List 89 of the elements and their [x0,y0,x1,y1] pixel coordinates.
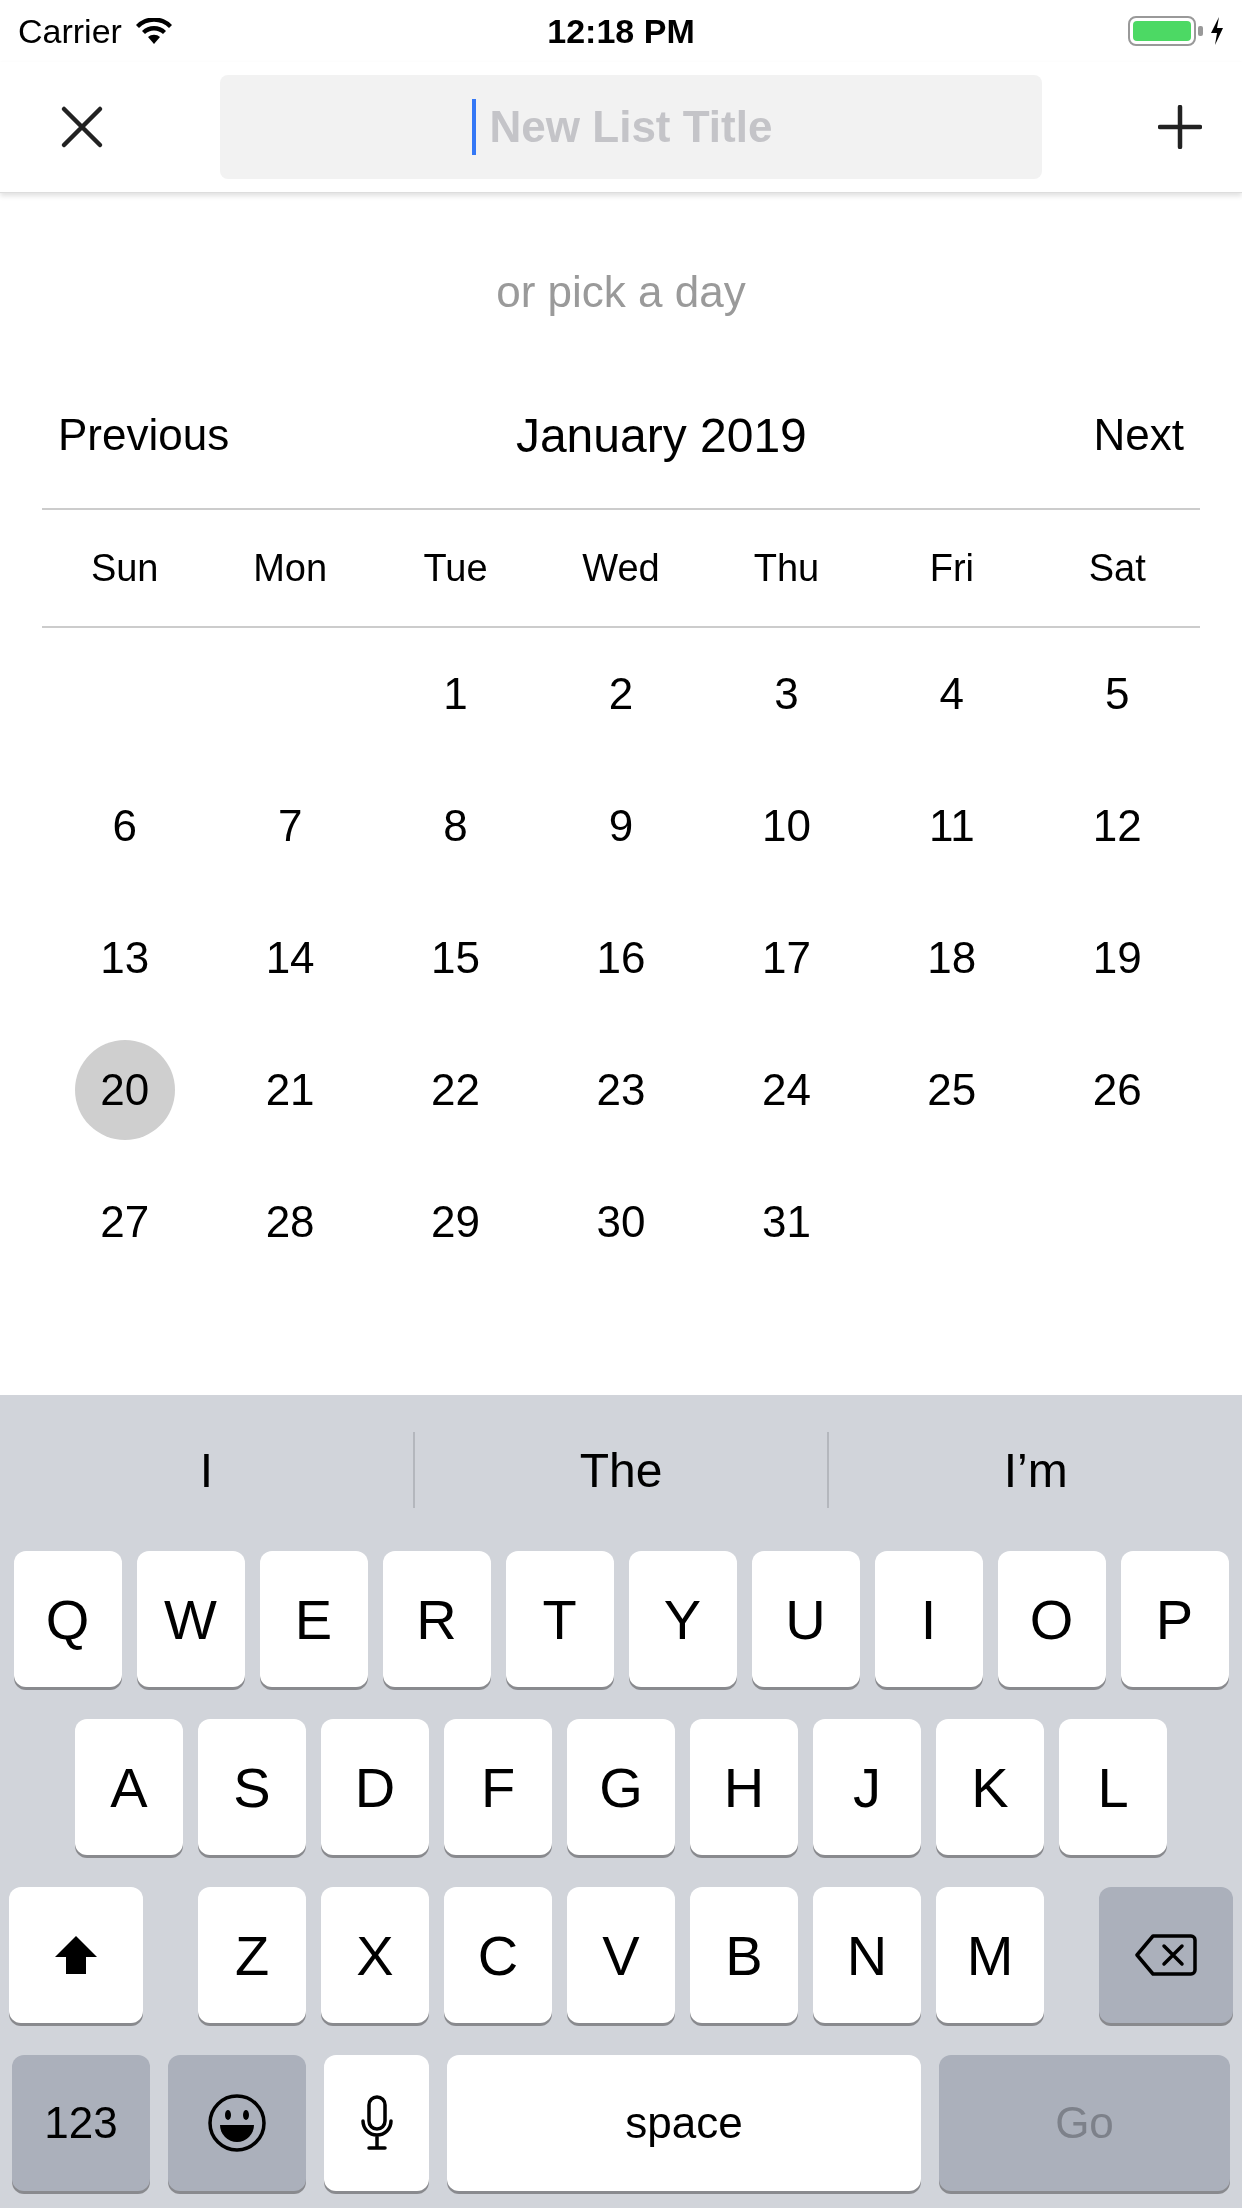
text-cursor [472,99,476,155]
calendar-day[interactable]: 4 [901,644,1002,744]
letter-key[interactable]: Y [628,1551,737,1687]
previous-month-button[interactable]: Previous [58,410,230,460]
suggestion[interactable]: I’m [829,1420,1242,1520]
pick-day-hint: or pick a day [495,267,747,317]
calendar-day[interactable]: 16 [571,908,671,1008]
calendar-day[interactable]: 25 [901,1040,1002,1140]
letter-key[interactable]: T [505,1551,614,1687]
calendar-day[interactable]: 7 [240,776,341,876]
charging-icon [1210,17,1224,45]
letter-key[interactable]: G [567,1719,675,1855]
calendar-day[interactable]: 30 [571,1172,671,1272]
letter-key[interactable]: F [444,1719,552,1855]
calendar-day[interactable]: 31 [736,1172,837,1272]
calendar-day[interactable]: 2 [571,644,671,744]
calendar-day[interactable]: 22 [405,1040,506,1140]
weekday-label: Sun [90,546,159,590]
calendar-day[interactable]: 29 [405,1172,506,1272]
letter-key[interactable]: E [259,1551,368,1687]
close-button[interactable] [60,105,104,149]
weekday-label: Fri [929,546,974,590]
emoji-key[interactable] [168,2055,306,2191]
letter-key[interactable]: C [444,1887,552,2023]
weekday-label: Thu [753,546,820,590]
battery-icon [1128,16,1206,46]
calendar-day[interactable]: 5 [1067,644,1168,744]
next-month-button[interactable]: Next [1093,410,1184,460]
weekday-label: Mon [253,546,328,590]
letter-key[interactable]: D [321,1719,429,1855]
calendar-day[interactable]: 21 [240,1040,341,1140]
letter-key[interactable]: R [382,1551,491,1687]
calendar-day[interactable]: 3 [736,644,837,744]
letter-key[interactable]: N [813,1887,921,2023]
calendar-day[interactable]: 11 [901,776,1002,876]
calendar-day[interactable]: 27 [74,1172,175,1272]
letter-key[interactable]: J [813,1719,921,1855]
letter-key[interactable]: P [1120,1551,1229,1687]
wifi-icon [135,18,172,44]
calendar-day[interactable]: 9 [571,776,671,876]
letter-key[interactable]: L [1059,1719,1167,1855]
letter-key[interactable]: W [136,1551,245,1687]
weekday-label: Tue [423,546,488,590]
dictation-key[interactable] [324,2055,429,2191]
letter-key[interactable]: S [198,1719,306,1855]
delete-key[interactable] [1099,1887,1233,2023]
emoji-icon [207,2093,267,2153]
calendar-day[interactable]: 20 [74,1040,175,1140]
calendar-day[interactable]: 18 [901,908,1002,1008]
letter-key[interactable]: K [936,1719,1044,1855]
shift-key[interactable] [9,1887,143,2023]
calendar-day[interactable]: 14 [240,908,341,1008]
letter-key[interactable]: I [874,1551,983,1687]
shift-icon [54,1935,98,1975]
letter-key[interactable]: B [690,1887,798,2023]
backspace-icon [1135,1934,1197,1976]
suggestion[interactable]: I [0,1420,413,1520]
letter-key[interactable]: U [751,1551,860,1687]
calendar-day[interactable]: 8 [405,776,506,876]
space-key[interactable]: space [447,2055,921,2191]
letter-key[interactable]: H [690,1719,798,1855]
suggestion[interactable]: The [414,1420,828,1520]
weekday-label: Wed [582,546,660,590]
carrier-name: Carrier [18,11,122,51]
numbers-key[interactable]: 123 [12,2055,150,2191]
calendar-day[interactable]: 17 [736,908,837,1008]
letter-key[interactable]: Q [13,1551,122,1687]
calendar-day[interactable]: 15 [405,908,506,1008]
calendar-day[interactable]: 26 [1067,1040,1168,1140]
calendar-day[interactable]: 28 [240,1172,341,1272]
calendar-day[interactable]: 6 [74,776,175,876]
calendar-day[interactable]: 12 [1067,776,1168,876]
calendar-day[interactable]: 19 [1067,908,1168,1008]
microphone-icon [359,2095,394,2151]
letter-key[interactable]: X [321,1887,429,2023]
letter-key[interactable]: Z [198,1887,306,2023]
status-time: 12:18 PM [547,11,695,51]
add-button[interactable] [1158,105,1202,149]
calendar-day[interactable]: 23 [571,1040,671,1140]
calendar-day[interactable]: 24 [736,1040,837,1140]
letter-key[interactable]: O [997,1551,1106,1687]
calendar-day[interactable]: 10 [736,776,837,876]
month-title: January 2019 [515,407,807,463]
calendar-day[interactable]: 1 [405,644,506,744]
letter-key[interactable]: M [936,1887,1044,2023]
calendar-day[interactable]: 13 [74,908,175,1008]
letter-key[interactable]: A [75,1719,183,1855]
letter-key[interactable]: V [567,1887,675,2023]
weekday-label: Sat [1088,546,1146,590]
